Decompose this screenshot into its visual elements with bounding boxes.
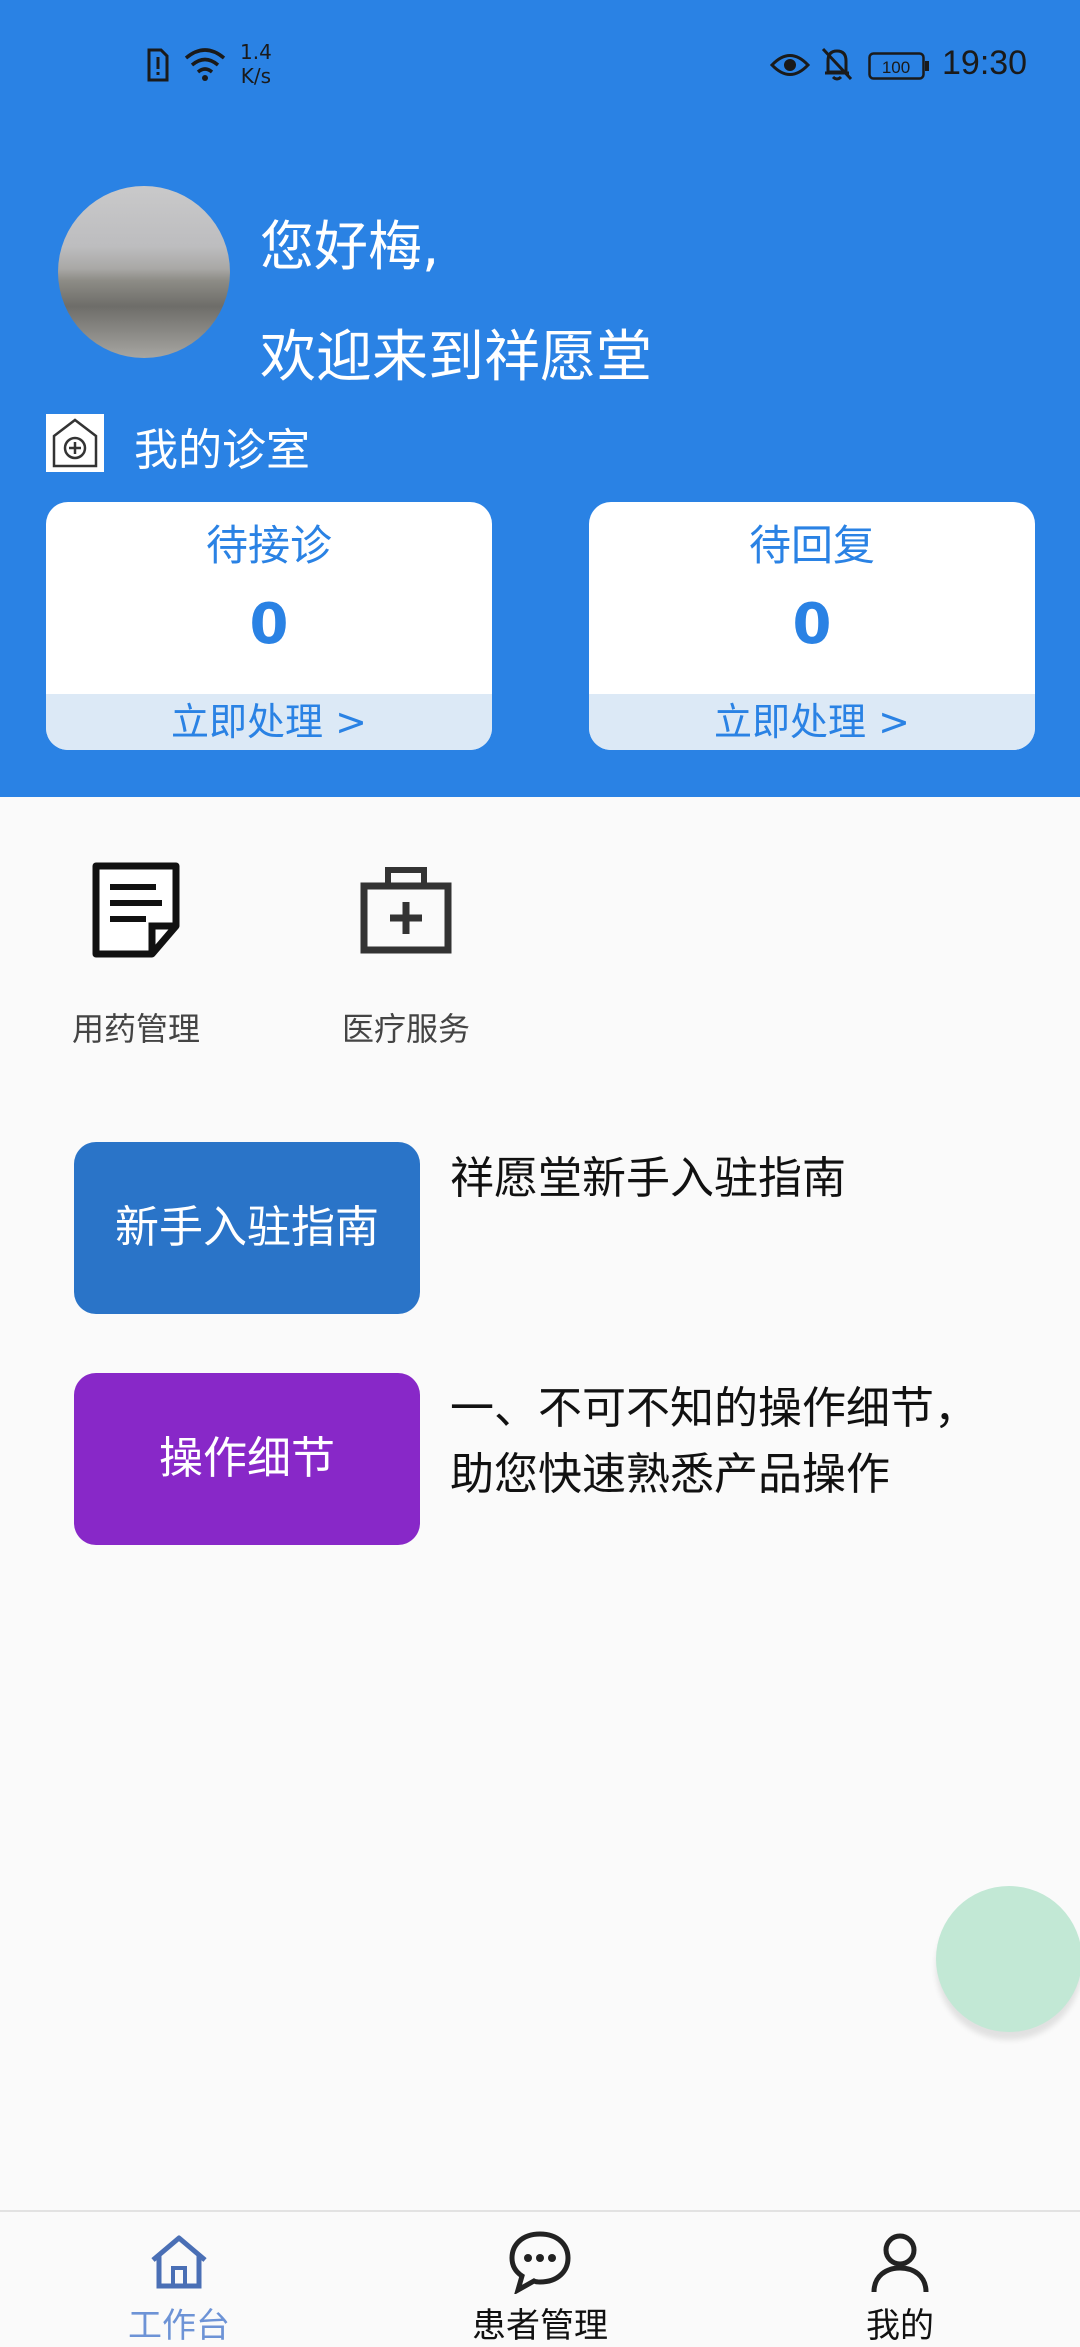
medication-management-button[interactable]: 用药管理 xyxy=(36,858,236,1058)
eye-icon xyxy=(770,54,810,76)
card-count: 0 xyxy=(792,592,832,657)
pending-consultation-card[interactable]: 待接诊 0 立即处理 > xyxy=(46,502,492,750)
bottom-navigation: 工作台 患者管理 我的 xyxy=(0,2210,1080,2346)
battery-indicator: 100 xyxy=(868,52,930,80)
bell-off-icon xyxy=(821,47,853,81)
network-speed-value: 1.4 xyxy=(240,40,272,64)
process-now-button[interactable]: 立即处理 > xyxy=(589,694,1035,750)
nav-patient-management[interactable]: 患者管理 xyxy=(440,2212,640,2346)
card-title: 待接诊 xyxy=(205,521,332,570)
document-icon xyxy=(92,862,180,958)
operation-details-button[interactable]: 操作细节 xyxy=(74,1373,420,1545)
greeting: 您好梅, xyxy=(260,215,440,278)
battery-icon: 100 xyxy=(868,52,929,80)
clinic-icon[interactable] xyxy=(46,414,104,472)
newbie-guide-title[interactable]: 祥愿堂新手入驻指南 xyxy=(450,1146,1010,1212)
medical-kit-icon xyxy=(360,867,452,954)
nav-workbench[interactable]: 工作台 xyxy=(79,2212,279,2346)
chat-icon xyxy=(509,2231,571,2294)
card-count: 0 xyxy=(249,592,289,657)
nav-mine[interactable]: 我的 xyxy=(800,2212,1000,2346)
sim-alert-icon xyxy=(147,48,169,82)
process-now-button[interactable]: 立即处理 > xyxy=(46,694,492,750)
status-bar: 1.4 K/s 100 19:30 xyxy=(0,0,1080,130)
tool-label: 用药管理 xyxy=(71,1010,200,1048)
operation-details-title[interactable]: 一、不可不知的操作细节，助您快速熟悉产品操作 xyxy=(450,1376,1010,1508)
network-speed: 1.4 K/s xyxy=(240,40,272,88)
pending-reply-card[interactable]: 待回复 0 立即处理 > xyxy=(589,502,1035,750)
floating-action-button[interactable] xyxy=(936,1886,1080,2032)
my-clinic-label[interactable]: 我的诊室 xyxy=(134,414,310,478)
header: 1.4 K/s 100 19:30 您好梅, 欢迎来到祥愿堂 我的诊室 待接诊 … xyxy=(0,0,1080,797)
battery-level: 100 xyxy=(882,58,910,77)
home-icon xyxy=(151,2235,207,2289)
newbie-guide-button[interactable]: 新手入驻指南 xyxy=(74,1142,420,1314)
person-icon xyxy=(871,2233,929,2293)
avatar[interactable] xyxy=(58,186,230,358)
clock: 19:30 xyxy=(942,44,1028,82)
network-speed-unit: K/s xyxy=(240,64,272,88)
welcome-message: 欢迎来到祥愿堂 xyxy=(260,325,652,390)
wifi-icon xyxy=(184,48,226,81)
medical-service-button[interactable]: 医疗服务 xyxy=(306,858,506,1058)
tool-label: 医疗服务 xyxy=(341,1010,470,1048)
card-title: 待回复 xyxy=(748,521,875,570)
